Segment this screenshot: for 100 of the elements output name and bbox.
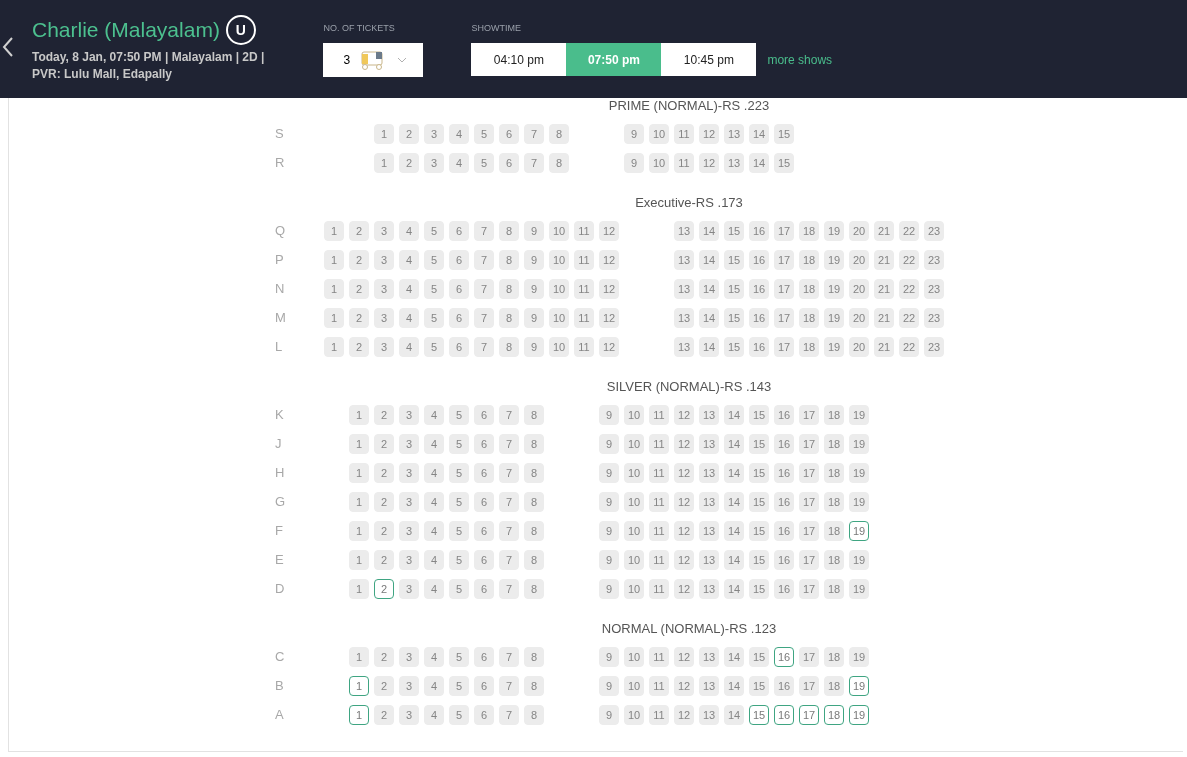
seat[interactable]: 17 xyxy=(799,463,819,483)
seat[interactable]: 19 xyxy=(849,463,869,483)
seat[interactable]: 6 xyxy=(474,521,494,541)
seat[interactable]: 8 xyxy=(499,308,519,328)
seat[interactable]: 9 xyxy=(524,308,544,328)
seat[interactable]: 7 xyxy=(499,647,519,667)
showtime-button[interactable]: 07:50 pm xyxy=(566,43,662,76)
seat[interactable]: 17 xyxy=(799,647,819,667)
seat[interactable]: 10 xyxy=(624,676,644,696)
more-shows-link[interactable]: more shows xyxy=(767,50,833,69)
seat[interactable]: 6 xyxy=(474,705,494,725)
seat[interactable]: 7 xyxy=(474,279,494,299)
seat[interactable]: 19 xyxy=(849,676,869,696)
seat[interactable]: 17 xyxy=(799,579,819,599)
seat[interactable]: 15 xyxy=(749,463,769,483)
seat[interactable]: 3 xyxy=(399,676,419,696)
tickets-dropdown[interactable]: 3 xyxy=(323,43,424,77)
seat[interactable]: 3 xyxy=(399,405,419,425)
seat[interactable]: 12 xyxy=(599,221,619,241)
seat[interactable]: 5 xyxy=(424,250,444,270)
seat[interactable]: 6 xyxy=(474,405,494,425)
seat[interactable]: 1 xyxy=(349,521,369,541)
seat[interactable]: 16 xyxy=(774,705,794,725)
seat[interactable]: 14 xyxy=(749,124,769,144)
seat[interactable]: 1 xyxy=(324,279,344,299)
seat[interactable]: 4 xyxy=(424,405,444,425)
seat[interactable]: 15 xyxy=(749,705,769,725)
seat[interactable]: 9 xyxy=(524,279,544,299)
seat[interactable]: 23 xyxy=(924,221,944,241)
seat[interactable]: 8 xyxy=(524,434,544,454)
seat[interactable]: 13 xyxy=(724,153,744,173)
seat[interactable]: 2 xyxy=(399,153,419,173)
seat[interactable]: 2 xyxy=(374,521,394,541)
seat[interactable]: 9 xyxy=(599,405,619,425)
seat[interactable]: 23 xyxy=(924,337,944,357)
seat[interactable]: 8 xyxy=(499,221,519,241)
seat[interactable]: 14 xyxy=(699,308,719,328)
seat[interactable]: 4 xyxy=(399,308,419,328)
seat[interactable]: 14 xyxy=(724,492,744,512)
seat[interactable]: 8 xyxy=(524,676,544,696)
seat[interactable]: 14 xyxy=(699,279,719,299)
seat[interactable]: 2 xyxy=(349,250,369,270)
seat[interactable]: 4 xyxy=(449,124,469,144)
seat[interactable]: 15 xyxy=(749,434,769,454)
seat[interactable]: 6 xyxy=(449,221,469,241)
seat[interactable]: 22 xyxy=(899,308,919,328)
seat[interactable]: 20 xyxy=(849,308,869,328)
seat[interactable]: 17 xyxy=(799,434,819,454)
seat[interactable]: 4 xyxy=(424,463,444,483)
seat[interactable]: 11 xyxy=(574,250,594,270)
seat[interactable]: 21 xyxy=(874,279,894,299)
seat[interactable]: 16 xyxy=(749,308,769,328)
seat[interactable]: 21 xyxy=(874,221,894,241)
seat[interactable]: 8 xyxy=(549,153,569,173)
seat[interactable]: 5 xyxy=(424,221,444,241)
seat[interactable]: 4 xyxy=(424,579,444,599)
seat[interactable]: 6 xyxy=(474,579,494,599)
seat[interactable]: 18 xyxy=(824,463,844,483)
seat[interactable]: 15 xyxy=(724,279,744,299)
seat[interactable]: 23 xyxy=(924,279,944,299)
seat[interactable]: 4 xyxy=(399,250,419,270)
seat[interactable]: 3 xyxy=(399,705,419,725)
seat[interactable]: 9 xyxy=(624,124,644,144)
seat[interactable]: 16 xyxy=(774,647,794,667)
seat[interactable]: 1 xyxy=(349,492,369,512)
seat[interactable]: 18 xyxy=(824,676,844,696)
seat[interactable]: 17 xyxy=(799,492,819,512)
seat[interactable]: 10 xyxy=(549,308,569,328)
seat[interactable]: 5 xyxy=(449,405,469,425)
seat[interactable]: 16 xyxy=(774,676,794,696)
seat[interactable]: 7 xyxy=(524,124,544,144)
seat[interactable]: 4 xyxy=(399,279,419,299)
seat[interactable]: 16 xyxy=(749,279,769,299)
seat[interactable]: 22 xyxy=(899,250,919,270)
seat[interactable]: 19 xyxy=(824,221,844,241)
seat[interactable]: 2 xyxy=(374,405,394,425)
seat[interactable]: 12 xyxy=(674,676,694,696)
seat[interactable]: 15 xyxy=(749,492,769,512)
seat[interactable]: 14 xyxy=(724,705,744,725)
seat[interactable]: 16 xyxy=(774,579,794,599)
seat[interactable]: 19 xyxy=(824,337,844,357)
seat[interactable]: 23 xyxy=(924,250,944,270)
seat[interactable]: 2 xyxy=(349,279,369,299)
seat[interactable]: 13 xyxy=(699,492,719,512)
seat[interactable]: 1 xyxy=(374,124,394,144)
seat[interactable]: 20 xyxy=(849,279,869,299)
seat[interactable]: 9 xyxy=(599,492,619,512)
seat[interactable]: 1 xyxy=(349,705,369,725)
seat[interactable]: 18 xyxy=(824,521,844,541)
seat[interactable]: 11 xyxy=(649,492,669,512)
seat[interactable]: 10 xyxy=(624,434,644,454)
seat[interactable]: 3 xyxy=(374,308,394,328)
seat[interactable]: 19 xyxy=(824,308,844,328)
seat[interactable]: 14 xyxy=(749,153,769,173)
seat[interactable]: 14 xyxy=(724,647,744,667)
seat[interactable]: 2 xyxy=(399,124,419,144)
seat[interactable]: 11 xyxy=(649,550,669,570)
seat[interactable]: 14 xyxy=(699,250,719,270)
seat[interactable]: 13 xyxy=(699,579,719,599)
seat[interactable]: 7 xyxy=(474,337,494,357)
